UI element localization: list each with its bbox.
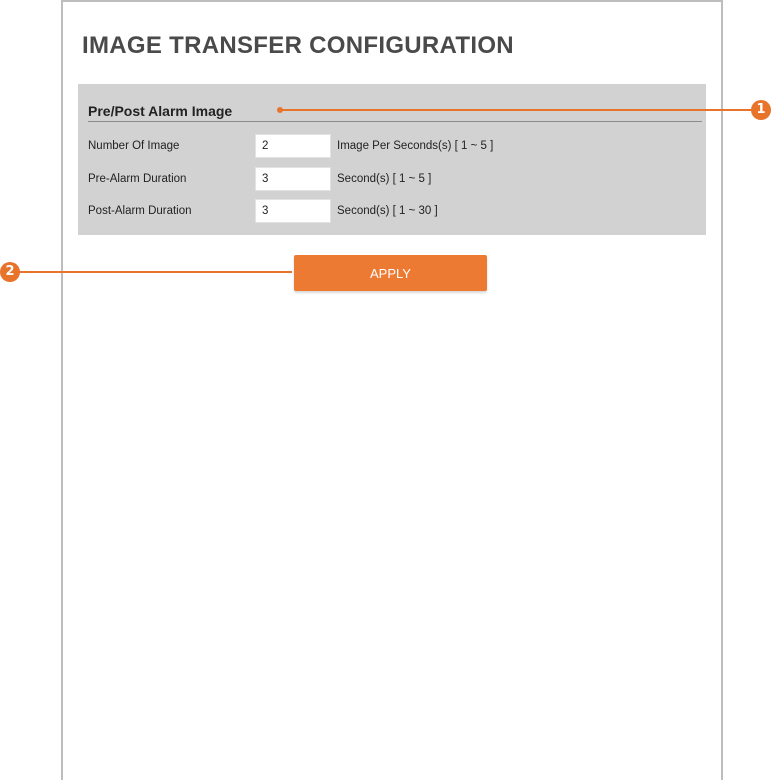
number-of-image-label: Number Of Image [88, 140, 180, 152]
number-of-image-hint: Image Per Seconds(s) [ 1 ~ 5 ] [337, 140, 494, 152]
apply-button[interactable]: APPLY [294, 255, 487, 291]
page-title: IMAGE TRANSFER CONFIGURATION [82, 32, 514, 59]
row-number-of-image: Number Of Image Image Per Seconds(s) [ 1… [78, 134, 706, 158]
pre-alarm-duration-label: Pre-Alarm Duration [88, 173, 187, 185]
row-pre-alarm-duration: Pre-Alarm Duration Second(s) [ 1 ~ 5 ] [78, 167, 706, 191]
pre-alarm-duration-input[interactable] [255, 167, 331, 191]
row-post-alarm-duration: Post-Alarm Duration Second(s) [ 1 ~ 30 ] [78, 199, 706, 223]
callout-2-line [19, 271, 292, 273]
callout-2-badge: 2 [0, 262, 20, 282]
section-divider [88, 121, 702, 122]
page: IMAGE TRANSFER CONFIGURATION Pre/Post Al… [0, 0, 771, 780]
post-alarm-duration-hint: Second(s) [ 1 ~ 30 ] [337, 205, 438, 217]
config-frame: IMAGE TRANSFER CONFIGURATION Pre/Post Al… [61, 0, 723, 780]
number-of-image-input[interactable] [255, 134, 331, 158]
section-title: Pre/Post Alarm Image [88, 103, 233, 119]
callout-1-line [282, 109, 752, 111]
pre-alarm-duration-hint: Second(s) [ 1 ~ 5 ] [337, 173, 432, 185]
post-alarm-duration-input[interactable] [255, 199, 331, 223]
callout-1-badge: 1 [751, 100, 771, 120]
post-alarm-duration-label: Post-Alarm Duration [88, 205, 192, 217]
pre-post-alarm-panel: Pre/Post Alarm Image Number Of Image Ima… [78, 84, 706, 235]
